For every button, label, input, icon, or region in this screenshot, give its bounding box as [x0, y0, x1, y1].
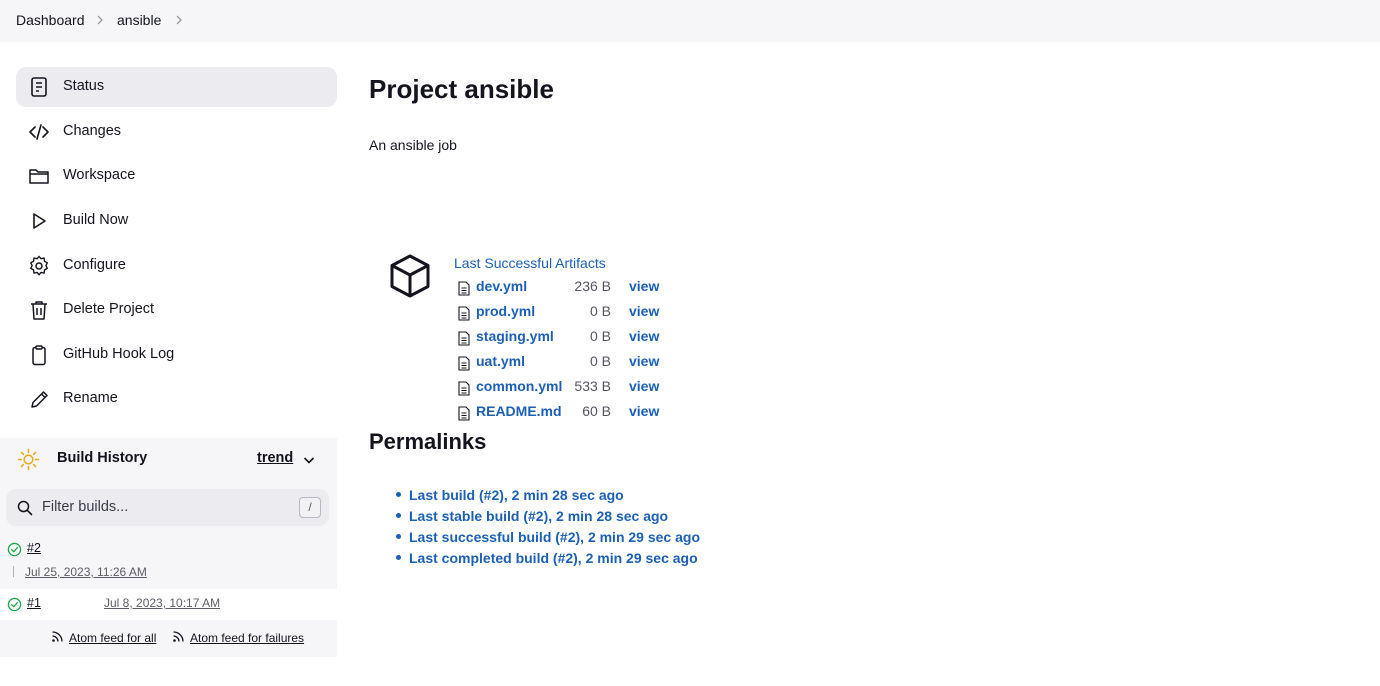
filter-builds-input[interactable]: [42, 497, 282, 517]
filter-builds: /: [6, 489, 329, 526]
folder-icon: [29, 169, 49, 184]
task-build-now[interactable]: Build Now: [16, 201, 337, 241]
task-configure[interactable]: Configure: [16, 246, 337, 286]
permalink-last-build[interactable]: Last build (#2), 2 min 28 sec ago: [409, 487, 624, 503]
task-label: Build Now: [63, 212, 129, 228]
task-label: Delete Project: [63, 301, 155, 317]
file-icon: [458, 306, 470, 321]
search-icon: [17, 500, 33, 516]
artifact-size: 533 B: [574, 378, 611, 394]
file-icon: [458, 356, 470, 371]
artifact-size: 60 B: [582, 403, 611, 419]
chevron-down-icon[interactable]: [302, 453, 316, 467]
artifact-view-link[interactable]: view: [629, 353, 659, 369]
build-date-1[interactable]: Jul 8, 2023, 10:17 AM: [104, 596, 220, 610]
file-icon: [458, 331, 470, 346]
build-row-1: #1 Jul 8, 2023, 10:17 AM: [0, 589, 337, 620]
artifact-view-link[interactable]: view: [629, 278, 659, 294]
artifact-name[interactable]: dev.yml: [476, 278, 527, 294]
build-history-panel: / #2 Jul 25, 2023, 11:26 AM #1 Jul 8, 20…: [0, 480, 337, 657]
build-history-header: Build History trend: [0, 438, 337, 480]
pencil-icon: [31, 391, 48, 408]
task-label: Rename: [63, 390, 118, 406]
keyboard-shortcut-badge: /: [299, 497, 321, 518]
code-icon: [29, 124, 49, 140]
file-icon: [458, 381, 470, 396]
rss-icon: [173, 631, 184, 642]
build-link-2[interactable]: #2: [27, 541, 41, 555]
build-divider: [13, 566, 14, 577]
artifact-size: 0 B: [589, 303, 611, 319]
atom-feed-failures[interactable]: Atom feed for failures: [190, 631, 304, 645]
breadcrumb-dashboard[interactable]: Dashboard: [16, 12, 85, 28]
artifact-name[interactable]: uat.yml: [476, 353, 525, 369]
sun-icon: [17, 448, 40, 471]
task-rename[interactable]: Rename: [16, 379, 337, 419]
list-bullet: [396, 534, 401, 539]
last-successful-artifacts-link[interactable]: Last Successful Artifacts: [454, 255, 606, 271]
breadcrumb: Dashboard ansible: [0, 0, 1380, 42]
list-bullet: [396, 492, 401, 497]
artifact-name[interactable]: common.yml: [476, 378, 562, 394]
artifact-name[interactable]: prod.yml: [476, 303, 535, 319]
artifact-size: 0 B: [589, 328, 611, 344]
success-icon: [7, 542, 22, 557]
task-label: GitHub Hook Log: [63, 346, 175, 362]
task-label: Status: [63, 78, 105, 94]
artifact-view-link[interactable]: view: [629, 403, 659, 419]
permalink-last-stable-build[interactable]: Last stable build (#2), 2 min 28 sec ago: [409, 508, 668, 524]
artifact-view-link[interactable]: view: [629, 328, 659, 344]
build-date-2[interactable]: Jul 25, 2023, 11:26 AM: [25, 565, 147, 579]
task-label: Configure: [63, 257, 126, 273]
gear-icon: [30, 255, 49, 276]
chevron-right-icon[interactable]: [172, 13, 186, 27]
play-icon: [33, 213, 46, 229]
file-icon: [458, 281, 470, 296]
file-icon: [458, 406, 470, 421]
task-label: Changes: [63, 123, 122, 139]
artifact-view-link[interactable]: view: [629, 378, 659, 394]
build-link-1[interactable]: #1: [27, 596, 41, 610]
artifact-view-link[interactable]: view: [629, 303, 659, 319]
trend-link[interactable]: trend: [257, 450, 293, 466]
task-workspace[interactable]: Workspace: [16, 156, 337, 196]
page-title: Project ansible: [369, 74, 554, 104]
success-icon: [7, 597, 22, 612]
atom-feed-all[interactable]: Atom feed for all: [69, 631, 156, 645]
rss-icon: [52, 631, 63, 642]
list-bullet: [396, 555, 401, 560]
project-description: An ansible job: [369, 137, 457, 153]
task-label: Workspace: [63, 167, 136, 183]
artifact-size: 236 B: [574, 278, 611, 294]
breadcrumb-ansible[interactable]: ansible: [117, 12, 161, 28]
chevron-right-icon: [97, 15, 103, 25]
task-changes[interactable]: Changes: [16, 112, 337, 152]
trash-icon: [31, 301, 47, 320]
artifact-name[interactable]: README.md: [476, 403, 562, 419]
permalink-last-completed-build[interactable]: Last completed build (#2), 2 min 29 sec …: [409, 550, 698, 566]
artifact-size: 0 B: [589, 353, 611, 369]
status-icon: [31, 77, 47, 97]
artifact-name[interactable]: staging.yml: [476, 328, 554, 344]
task-github-hook-log[interactable]: GitHub Hook Log: [16, 335, 337, 375]
permalink-last-successful-build[interactable]: Last successful build (#2), 2 min 29 sec…: [409, 529, 700, 545]
package-icon: [390, 254, 430, 298]
task-status[interactable]: Status: [16, 67, 337, 107]
task-delete-project[interactable]: Delete Project: [16, 290, 337, 330]
clipboard-icon: [32, 345, 46, 366]
list-bullet: [396, 513, 401, 518]
build-history-title: Build History: [57, 450, 148, 466]
permalinks-title: Permalinks: [369, 429, 487, 454]
